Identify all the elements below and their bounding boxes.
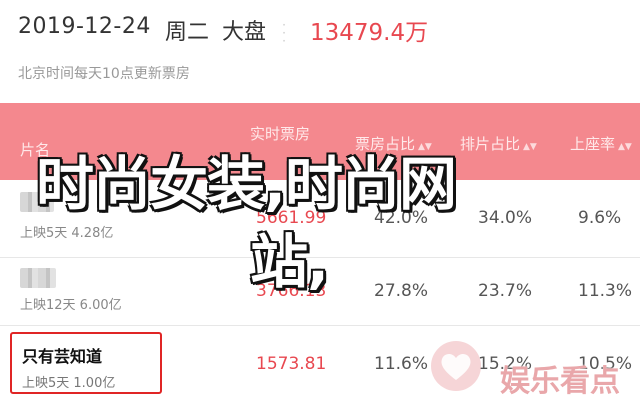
overlay-caption-line-2: 站,: [250, 228, 329, 296]
date-label: 2019-12-24: [18, 14, 151, 39]
occupancy-value: 11.3%: [578, 281, 633, 301]
movie-title: 只有芸知道: [22, 347, 103, 366]
schedule-share-value: 23.7%: [478, 281, 533, 301]
schedule-share-value: 34.0%: [478, 208, 533, 228]
watermark-heart-icon: [431, 341, 481, 391]
release-info: 上映5天 1.00亿: [22, 376, 116, 391]
col-header-occupancy[interactable]: 上座率 ▲▼: [570, 133, 632, 154]
more-vertical-icon[interactable]: · · ·: [279, 19, 289, 47]
overlay-caption-line-1: 时尚女装,时尚网: [36, 150, 457, 218]
box-share-value: 11.6%: [374, 354, 429, 374]
highlight-box: 只有芸知道 上映5天 1.00亿: [10, 332, 162, 394]
update-note: 北京时间每天10点更新票房: [18, 66, 190, 82]
col-header-schedule-share[interactable]: 排片占比 ▲▼: [460, 133, 537, 154]
watermark-text: 娱乐看点: [500, 364, 620, 399]
sort-icon: ▲▼: [618, 142, 632, 152]
release-info: 上映12天 6.00亿: [20, 298, 122, 313]
market-label: 大盘: [222, 20, 267, 45]
occupancy-value: 9.6%: [578, 208, 622, 228]
total-box-office: 13479.4万: [310, 20, 429, 46]
weekday-label: 周二: [165, 20, 210, 45]
release-info: 上映5天 4.28亿: [20, 226, 114, 241]
blurred-movie-title: [20, 268, 56, 288]
box-share-value: 27.8%: [374, 281, 429, 301]
box-office-value: 1573.81: [256, 354, 327, 374]
summary-header: 2019-12-24 周二 大盘 · · · 13479.4万 北京时间每天10点更…: [0, 0, 640, 103]
sort-icon: ▲▼: [523, 142, 537, 152]
